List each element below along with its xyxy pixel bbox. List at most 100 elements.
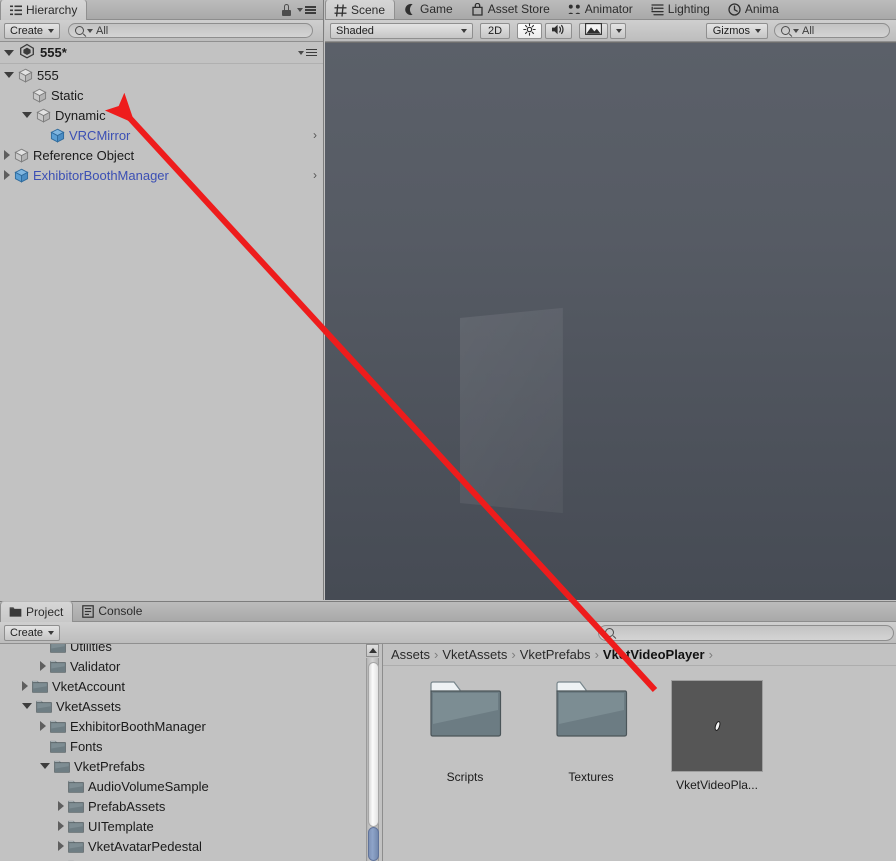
expand-triangle-closed[interactable] — [4, 170, 10, 180]
grid-icon — [334, 3, 347, 17]
tab-project[interactable]: Project — [0, 601, 74, 622]
asset-label: Scripts — [446, 770, 484, 784]
scene-expand-triangle[interactable] — [4, 49, 14, 56]
open-prefab-chevron-icon[interactable]: › — [313, 129, 317, 141]
tab-console[interactable]: Console — [73, 601, 152, 621]
project-toolbar: Create — [0, 622, 896, 644]
project-create-button[interactable]: Create — [4, 624, 61, 641]
scene-search-input[interactable]: All — [774, 23, 890, 38]
prefab-cube-icon — [14, 168, 29, 183]
tab-asset-store[interactable]: Asset Store — [463, 0, 560, 19]
asset-label: VketVideoPla... — [676, 778, 758, 792]
folder-icon — [68, 840, 84, 853]
hierarchy-row[interactable]: 555 — [0, 65, 323, 85]
breadcrumb-item[interactable]: Assets — [391, 647, 430, 662]
scene-toolbar: Shaded 2D Gizmos All — [325, 20, 896, 42]
project-tree-row[interactable]: Utilities — [0, 644, 382, 656]
scrollbar-track[interactable] — [366, 658, 379, 861]
tab-animator[interactable]: Animator — [560, 0, 643, 19]
open-prefab-chevron-icon[interactable]: › — [313, 169, 317, 181]
hierarchy-scene-row[interactable]: 555* — [0, 42, 323, 64]
folder-icon — [554, 680, 628, 738]
scroll-up-arrow-icon[interactable] — [366, 644, 379, 657]
video-quad-object[interactable] — [460, 307, 563, 514]
hierarchy-row[interactable]: ExhibitorBoothManager › — [0, 165, 323, 185]
project-tree-row[interactable]: VketHomeSceneSwitch — [0, 856, 382, 861]
hierarchy-row[interactable]: Dynamic — [0, 105, 323, 125]
project-tree-row[interactable]: VketAccount — [0, 676, 382, 696]
expand-triangle-closed[interactable] — [40, 721, 46, 731]
project-folder-tree-pane: Utilities Validator VketAccount VketAssets E… — [0, 644, 382, 861]
project-tree-row[interactable]: UITemplate — [0, 816, 382, 836]
hierarchy-row[interactable]: VRCMirror › — [0, 125, 323, 145]
breadcrumb-item[interactable]: VketAssets — [442, 647, 507, 662]
scrollbar-thumb[interactable] — [368, 662, 379, 827]
project-panel: Project Console Create Utilities Validator… — [0, 601, 896, 861]
scene-effects-toggle[interactable] — [579, 22, 609, 39]
gizmos-dropdown[interactable]: Gizmos — [705, 22, 768, 39]
gamepad-icon — [403, 3, 416, 16]
scene-viewport[interactable] — [325, 42, 896, 600]
breadcrumb-item[interactable]: VketPrefabs — [520, 647, 591, 662]
project-tree-row[interactable]: VketPrefabs — [0, 756, 382, 776]
expand-triangle-open[interactable] — [22, 703, 32, 709]
chevron-down-icon — [793, 28, 799, 33]
expand-triangle-closed[interactable] — [58, 801, 64, 811]
scene-lighting-toggle[interactable] — [517, 22, 543, 39]
breadcrumb-item[interactable]: VketVideoPlayer — [603, 647, 705, 662]
hierarchy-panel: Hierarchy Create All 555* 555 Static Dyn… — [0, 0, 324, 600]
toggle-2d-button[interactable]: 2D — [480, 22, 511, 39]
tab-anima[interactable]: Anima — [720, 0, 789, 19]
scene-audio-toggle[interactable] — [545, 22, 573, 39]
scrollbar-thumb-active[interactable] — [368, 827, 379, 861]
tab-label: Anima — [744, 2, 779, 16]
gameobject-cube-icon — [14, 148, 29, 163]
project-tree-row[interactable]: VketAssets — [0, 696, 382, 716]
asset-item[interactable]: VketVideoPla... — [669, 680, 765, 792]
expand-triangle-open[interactable] — [40, 763, 50, 769]
expand-triangle-open[interactable] — [4, 72, 14, 78]
scene-effects-dropdown[interactable] — [610, 22, 627, 39]
breadcrumb-separator-icon: › — [594, 647, 599, 662]
project-tree-row[interactable]: VketAvatarPedestal — [0, 836, 382, 856]
tab-lighting[interactable]: Lighting — [643, 0, 720, 19]
tab-hierarchy[interactable]: Hierarchy — [0, 0, 88, 20]
project-tree-label: VketAvatarPedestal — [88, 838, 202, 854]
project-tree-row[interactable]: Fonts — [0, 736, 382, 756]
expand-triangle-closed[interactable] — [22, 681, 28, 691]
draw-mode-dropdown[interactable]: Shaded — [330, 22, 473, 39]
speaker-icon — [551, 23, 566, 39]
hierarchy-create-button[interactable]: Create — [4, 22, 61, 39]
image-icon — [585, 23, 603, 38]
hierarchy-item-label: 555 — [37, 67, 59, 83]
asset-item[interactable]: Scripts — [417, 680, 513, 784]
expand-triangle-closed[interactable] — [4, 150, 10, 160]
breadcrumb-separator-icon: › — [434, 647, 439, 662]
project-search-input[interactable] — [598, 624, 894, 641]
expand-triangle-closed[interactable] — [58, 841, 64, 851]
hierarchy-row[interactable]: Static — [0, 85, 323, 105]
expand-triangle-open[interactable] — [22, 112, 32, 118]
scene-search-placeholder: All — [802, 24, 815, 37]
project-tree-row[interactable]: AudioVolumeSample — [0, 776, 382, 796]
tab-scene[interactable]: Scene — [325, 0, 396, 19]
folder-icon — [68, 780, 84, 793]
hierarchy-search-input[interactable]: All — [68, 23, 313, 38]
project-tree-scrollbar[interactable] — [366, 644, 379, 861]
project-tree-row[interactable]: Validator — [0, 656, 382, 676]
asset-item[interactable]: Textures — [543, 680, 639, 784]
console-icon — [81, 604, 94, 618]
project-tree-row[interactable]: ExhibitorBoothManager — [0, 716, 382, 736]
folder-icon — [50, 660, 66, 673]
chevron-down-icon — [616, 28, 623, 33]
expand-triangle-closed[interactable] — [40, 661, 46, 671]
scene-context-menu-icon[interactable] — [298, 48, 317, 57]
lock-icon[interactable] — [281, 4, 292, 16]
scene-name-label: 555* — [40, 45, 67, 60]
tab-game[interactable]: Game — [395, 0, 463, 19]
expand-triangle-closed[interactable] — [58, 821, 64, 831]
project-tree-row[interactable]: PrefabAssets — [0, 796, 382, 816]
hierarchy-row[interactable]: Reference Object — [0, 145, 323, 165]
hierarchy-menu-icon[interactable] — [297, 6, 316, 14]
prefab-thumbnail — [671, 680, 763, 772]
